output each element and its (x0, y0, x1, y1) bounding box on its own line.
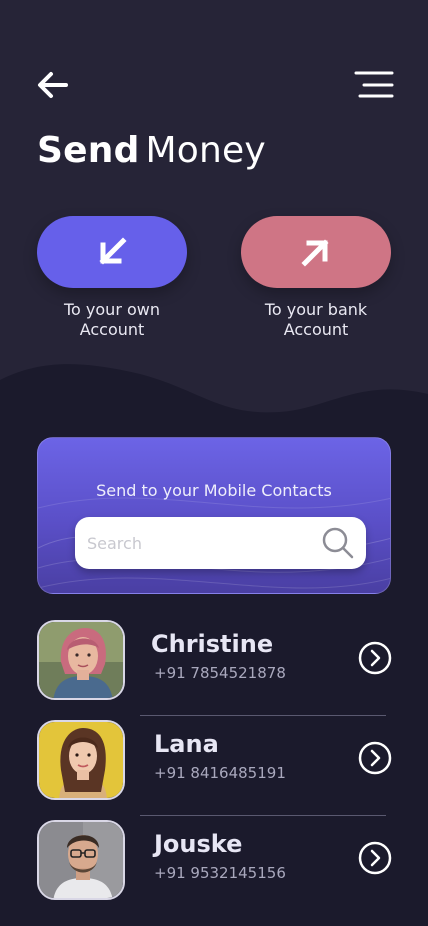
send-to-own-account-button[interactable] (37, 216, 187, 288)
card-decoration (38, 497, 390, 589)
bank-account-label-line2: Account (283, 320, 349, 339)
own-account-label-line2: Account (79, 320, 145, 339)
page-title: Send Money (37, 130, 266, 171)
bank-account-label-line1: To your bank (264, 300, 368, 319)
contact-phone: +91 9532145156 (154, 864, 286, 882)
chevron-right-circle-icon[interactable] (358, 841, 392, 875)
divider (140, 715, 386, 716)
page-title-bold: Send (37, 130, 140, 171)
search-icon[interactable] (322, 527, 354, 559)
bank-account-label: To your bank Account (241, 300, 391, 340)
hamburger-menu-icon (354, 71, 394, 98)
search-box (75, 517, 366, 569)
avatar (37, 720, 125, 800)
contact-phone: +91 8416485191 (154, 764, 286, 782)
contact-name: Lana (154, 730, 219, 758)
mobile-contacts-card: Send to your Mobile Contacts (37, 437, 391, 594)
search-input[interactable] (87, 517, 317, 569)
back-button[interactable] (34, 68, 70, 102)
chevron-right-circle-icon[interactable] (358, 741, 392, 775)
avatar (37, 820, 125, 900)
arrow-up-right-icon (301, 239, 329, 267)
own-account-label: To your own Account (37, 300, 187, 340)
chevron-right-circle-icon[interactable] (358, 641, 392, 675)
header-background (0, 0, 428, 420)
wave-divider (0, 364, 428, 430)
arrow-down-left-icon (99, 237, 127, 265)
arrow-left-icon (38, 72, 68, 98)
contact-row[interactable]: Christine +91 7854521878 (37, 620, 392, 700)
contact-row[interactable]: Jouske +91 9532145156 (37, 820, 392, 900)
contact-name: Jouske (154, 830, 243, 858)
menu-button[interactable] (354, 70, 394, 100)
contacts-card-title: Send to your Mobile Contacts (96, 481, 332, 500)
own-account-label-line1: To your own (63, 300, 160, 319)
contact-name: Christine (151, 630, 274, 658)
contact-phone: +91 7854521878 (154, 664, 286, 682)
contact-row[interactable]: Lana +91 8416485191 (37, 720, 392, 800)
send-to-bank-account-button[interactable] (241, 216, 391, 288)
avatar (37, 620, 125, 700)
divider (140, 815, 386, 816)
page-title-light: Money (145, 130, 266, 171)
